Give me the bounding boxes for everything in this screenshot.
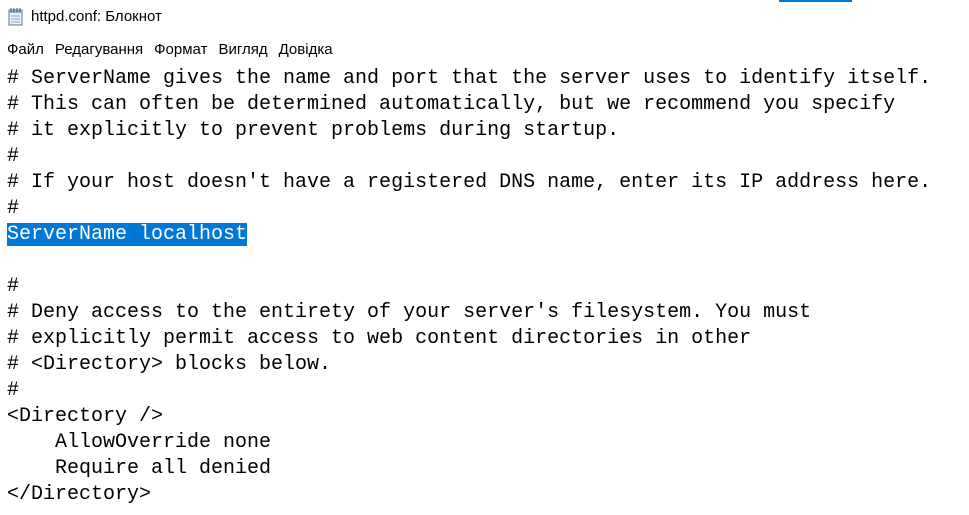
text-line: [7, 248, 931, 274]
line-text: # ServerName gives the name and port tha…: [7, 67, 932, 90]
line-text: </Directory>: [7, 483, 152, 506]
line-text: <Directory />: [7, 405, 164, 428]
menu-view[interactable]: Вигляд: [214, 39, 271, 60]
line-text: #: [7, 197, 20, 220]
text-line: # If your host doesn't have a registered…: [7, 170, 931, 196]
line-text: Require all denied: [7, 457, 272, 480]
line-text: # This can often be determined automatic…: [7, 93, 896, 116]
text-line: # <Directory> blocks below.: [7, 352, 931, 378]
menu-help[interactable]: Довідка: [275, 39, 337, 60]
notepad-window: httpd.conf: Блокнот Файл Редагування Фор…: [0, 0, 969, 515]
title-bar[interactable]: httpd.conf: Блокнот: [0, 0, 969, 36]
text-line: </Directory>: [7, 482, 931, 508]
text-editor[interactable]: # ServerName gives the name and port tha…: [0, 64, 969, 515]
text-line: # it explicitly to prevent problems duri…: [7, 118, 931, 144]
line-text: #: [7, 379, 20, 402]
line-text: # <Directory> blocks below.: [7, 353, 332, 376]
notepad-icon: [8, 8, 24, 26]
line-text: AllowOverride none: [7, 431, 272, 454]
menu-format[interactable]: Формат: [150, 39, 211, 60]
titlebar-accent: [779, 0, 852, 2]
text-line: #: [7, 274, 931, 300]
line-text: # Deny access to the entirety of your se…: [7, 301, 812, 324]
editor-text: # ServerName gives the name and port tha…: [7, 66, 931, 508]
text-line: # explicitly permit access to web conten…: [7, 326, 931, 352]
text-line: # ServerName gives the name and port tha…: [7, 66, 931, 92]
text-line: #: [7, 196, 931, 222]
menu-file[interactable]: Файл: [3, 39, 48, 60]
selected-text: ServerName localhost: [7, 223, 248, 246]
line-text: # it explicitly to prevent problems duri…: [7, 119, 620, 142]
menu-edit[interactable]: Редагування: [51, 39, 147, 60]
text-line: AllowOverride none: [7, 430, 931, 456]
text-line: Require all denied: [7, 456, 931, 482]
text-line: #: [7, 144, 931, 170]
text-line: # Deny access to the entirety of your se…: [7, 300, 931, 326]
line-text: #: [7, 145, 20, 168]
line-text: #: [7, 275, 20, 298]
text-line: #: [7, 378, 931, 404]
window-title: httpd.conf: Блокнот: [31, 8, 162, 25]
text-line: <Directory />: [7, 404, 931, 430]
menu-bar: Файл Редагування Формат Вигляд Довідка: [0, 37, 969, 62]
line-text: # If your host doesn't have a registered…: [7, 171, 932, 194]
text-line: # This can often be determined automatic…: [7, 92, 931, 118]
text-line: ServerName localhost: [7, 222, 931, 248]
line-text: # explicitly permit access to web conten…: [7, 327, 752, 350]
